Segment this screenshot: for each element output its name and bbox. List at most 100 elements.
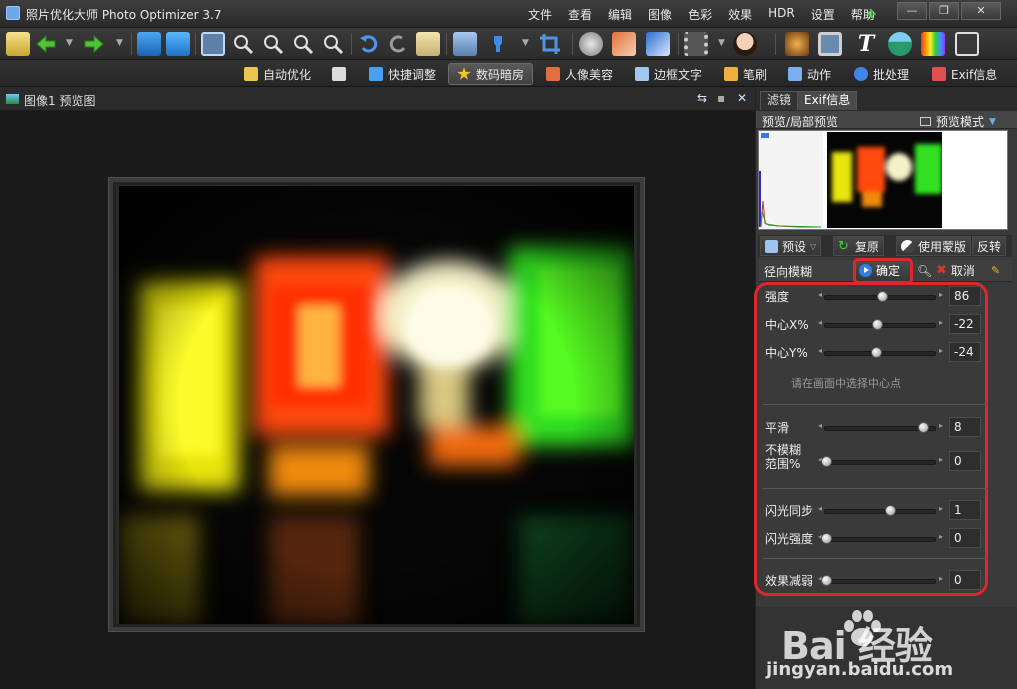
tab-auto-optimize[interactable]: 自动优化 (236, 63, 319, 85)
face-beauty-icon[interactable] (733, 32, 757, 56)
menu-effects[interactable]: 效果 (720, 6, 760, 23)
color-correct-icon[interactable] (486, 32, 510, 56)
flash-strength-value[interactable]: 0 (949, 528, 981, 548)
frame-icon[interactable] (818, 32, 842, 56)
zoom-in-icon[interactable] (231, 32, 255, 56)
effect-fade-value[interactable]: 0 (949, 570, 981, 590)
batch-icon[interactable] (453, 32, 477, 56)
minimize-button[interactable]: — (897, 2, 927, 20)
color-picker-icon[interactable] (579, 32, 603, 56)
close-icon[interactable]: ✕ (737, 91, 747, 105)
preview-mode-dropdown[interactable]: 预览模式 ▼ (920, 113, 996, 130)
toolbar: ▼ ▼ ▼ ▼ T (0, 28, 1017, 60)
no-blur-range-value[interactable]: 0 (949, 451, 981, 471)
pin-icon[interactable]: ✎ (991, 264, 1000, 277)
sparkle-icon[interactable] (785, 32, 809, 56)
gradient-icon[interactable] (646, 32, 670, 56)
slider-knob[interactable] (821, 575, 833, 586)
redo-icon[interactable] (386, 32, 410, 56)
slider-knob[interactable] (821, 456, 833, 467)
flash-strength-slider[interactable]: ◂ ▸ (818, 532, 943, 544)
brush-icon[interactable] (612, 32, 636, 56)
tab-portrait-beauty[interactable]: 人像美容 (538, 63, 621, 85)
preset-button[interactable]: 预设 ▽ (760, 236, 822, 256)
cancel-button[interactable]: ✖ 取消 (936, 262, 975, 279)
thumbnail-image[interactable] (827, 132, 942, 228)
tab-digital-darkroom[interactable]: 数码暗房 (448, 63, 534, 85)
quick-adjust-icon (369, 67, 383, 81)
menu-view[interactable]: 查看 (560, 6, 600, 23)
effect-fade-slider[interactable]: ◂ ▸ (818, 574, 943, 586)
clover-icon[interactable]: ✤ (867, 8, 879, 21)
smooth-slider[interactable]: ◂ ▸ (818, 421, 943, 433)
swap-icon[interactable]: ⇆ (697, 91, 707, 105)
color-swatch-icon[interactable] (921, 32, 945, 56)
center-x-slider[interactable]: ◂ ▸ (818, 318, 943, 330)
close-button[interactable]: ✕ (961, 2, 1001, 20)
slider-knob[interactable] (872, 319, 884, 330)
menu-settings[interactable]: 设置 (803, 6, 843, 23)
center-x-value[interactable]: -22 (949, 314, 981, 334)
smooth-value[interactable]: 8 (949, 417, 981, 437)
split-view-icon[interactable] (201, 32, 225, 56)
strength-slider[interactable]: ◂ ▸ (818, 290, 943, 302)
zoom-actual-icon[interactable] (321, 32, 345, 56)
slider-knob[interactable] (877, 291, 888, 302)
menu-hdr[interactable]: HDR (760, 6, 803, 23)
tab-frame-text[interactable]: 边框文字 (627, 63, 710, 85)
forward-arrow-icon[interactable] (82, 32, 106, 56)
film-icon[interactable] (684, 32, 708, 56)
preview-canvas[interactable] (0, 111, 755, 689)
slider-knob[interactable] (821, 533, 833, 544)
slider-knob[interactable] (871, 347, 883, 358)
back-arrow-icon[interactable] (34, 32, 58, 56)
menu-color[interactable]: 色彩 (680, 6, 720, 23)
landscape-icon[interactable] (888, 32, 912, 56)
tab-quick-adjust[interactable]: 快捷调整 (361, 63, 444, 85)
tab-action[interactable]: 动作 (780, 63, 839, 85)
zoom-out-icon[interactable] (261, 32, 285, 56)
open-folder-icon[interactable] (6, 32, 30, 56)
tab-exif[interactable]: Exif信息 (924, 63, 1005, 85)
restore-label: 复原 (855, 239, 880, 254)
zoom-fit-icon[interactable] (291, 32, 315, 56)
search-icon[interactable]: 🔍︎ (917, 264, 932, 278)
forward-dropdown-icon[interactable]: ▼ (116, 38, 123, 48)
tab-batch[interactable]: 批处理 (846, 63, 917, 85)
frame-text-icon (635, 67, 649, 81)
menu-edit[interactable]: 编辑 (600, 6, 640, 23)
mask-icon (901, 239, 914, 253)
tab-brush[interactable]: 笔刷 (716, 63, 775, 85)
tab-filters[interactable]: 滤镜 (760, 91, 799, 110)
restore-button[interactable]: ↻ 复原 (833, 236, 885, 256)
tab-tools[interactable] (324, 63, 354, 85)
center-y-value[interactable]: -24 (949, 342, 981, 362)
save-icon[interactable] (137, 32, 161, 56)
center-y-slider[interactable]: ◂ ▸ (818, 346, 943, 358)
text-icon[interactable]: T (854, 32, 878, 56)
strength-value[interactable]: 86 (949, 286, 981, 306)
dock-icon[interactable]: ▪ (717, 91, 725, 105)
slider-knob[interactable] (885, 505, 897, 516)
flash-sync-value[interactable]: 1 (949, 500, 981, 520)
blurred-photo[interactable] (119, 186, 634, 624)
no-blur-range-slider[interactable]: ◂ ▸ (818, 455, 943, 467)
invert-button[interactable]: 反转 (972, 236, 1007, 256)
document-info-icon[interactable] (416, 32, 440, 56)
confirm-button[interactable]: 确定 (855, 260, 910, 281)
maximize-button[interactable]: ❐ (929, 2, 959, 20)
crop-icon[interactable] (538, 32, 562, 56)
slider-knob[interactable] (917, 422, 929, 433)
preview-header: 图像1 预览图 ⇆ ▪ ✕ (0, 87, 755, 111)
use-mask-button[interactable]: 使用蒙版 (896, 236, 972, 256)
save-as-icon[interactable] (166, 32, 190, 56)
menu-image[interactable]: 图像 (640, 6, 680, 23)
menu-file[interactable]: 文件 (520, 6, 560, 23)
undo-icon[interactable] (357, 32, 381, 56)
flash-sync-slider[interactable]: ◂ ▸ (818, 504, 943, 516)
back-dropdown-icon[interactable]: ▼ (66, 38, 73, 48)
color-dropdown-icon[interactable]: ▼ (522, 38, 529, 48)
frame-stack-icon[interactable] (955, 32, 979, 56)
tab-exif-info[interactable]: Exif信息 (797, 91, 858, 110)
film-dropdown-icon[interactable]: ▼ (718, 38, 725, 48)
